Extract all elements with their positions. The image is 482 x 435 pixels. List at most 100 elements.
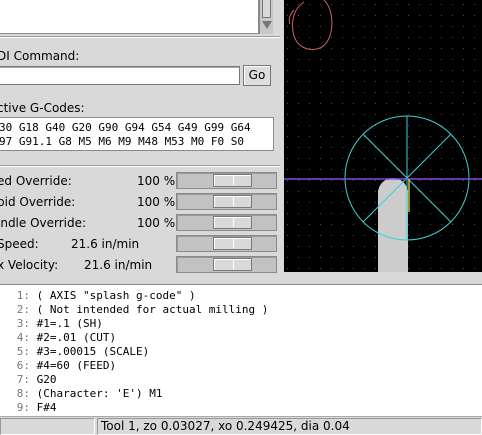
grid-dot — [419, 4, 420, 5]
grid-dot — [408, 224, 409, 225]
code-line[interactable]: 1: ( AXIS "splash g-code" ) — [0, 289, 196, 303]
top-scrollbar[interactable] — [259, 0, 273, 34]
slider-knob[interactable] — [213, 174, 252, 187]
grid-dot — [320, 158, 321, 159]
grid-dot — [375, 103, 376, 104]
code-line[interactable]: 9: F#4 — [0, 401, 57, 415]
grid-dot — [331, 268, 332, 269]
grid-dot — [408, 4, 409, 5]
separator — [0, 36, 280, 38]
grid-dot — [463, 246, 464, 247]
grid-dot — [474, 70, 475, 71]
code-text: ( AXIS "splash g-code" ) — [30, 289, 196, 302]
triangle-down-icon[interactable] — [262, 21, 272, 29]
grid-dot — [419, 92, 420, 93]
feed-override-slider[interactable] — [176, 172, 277, 189]
grid-dot — [309, 125, 310, 126]
rapid-override-slider[interactable] — [176, 193, 277, 210]
grid-dot — [320, 213, 321, 214]
grid-dot — [419, 59, 420, 60]
slider-knob[interactable] — [213, 195, 252, 208]
code-text: #1=.1 (SH) — [30, 317, 103, 330]
spindle-override-slider[interactable] — [176, 214, 277, 231]
grid-dot — [397, 125, 398, 126]
grid-dot — [309, 268, 310, 269]
grid-dot — [452, 48, 453, 49]
code-line[interactable]: 2: ( Not intended for actual milling ) — [0, 303, 269, 317]
grid-dot — [397, 136, 398, 137]
code-line[interactable]: 8: (Character: 'E') M1 — [0, 387, 163, 401]
grid-dot — [287, 235, 288, 236]
grid-dot — [452, 81, 453, 82]
grid-dot — [463, 92, 464, 93]
code-line[interactable]: 4: #2=.01 (CUT) — [0, 331, 116, 345]
grid-dot — [430, 92, 431, 93]
grid-dot — [353, 92, 354, 93]
grid-dot — [298, 48, 299, 49]
grid-dot — [397, 103, 398, 104]
grid-dot — [419, 257, 420, 258]
grid-dot — [386, 136, 387, 137]
grid-dot — [463, 103, 464, 104]
grid-dot — [320, 26, 321, 27]
slider-knob[interactable] — [213, 258, 252, 271]
grid-dot — [320, 235, 321, 236]
status-bar: Tool 1, zo 0.03027, xo 0.249425, dia 0.0… — [0, 416, 482, 435]
grid-dot — [397, 147, 398, 148]
grid-dot — [364, 224, 365, 225]
grid-dot — [309, 81, 310, 82]
feed-override-value: 100 % — [137, 174, 176, 188]
grid-dot — [419, 224, 420, 225]
preview-canvas[interactable] — [284, 0, 482, 272]
grid-dot — [419, 15, 420, 16]
grid-dot — [474, 26, 475, 27]
grid-dot — [331, 147, 332, 148]
grid-dot — [364, 81, 365, 82]
grid-dot — [353, 70, 354, 71]
grid-dot — [331, 114, 332, 115]
grid-dot — [452, 191, 453, 192]
grid-dot — [474, 125, 475, 126]
grid-dot — [331, 4, 332, 5]
grid-dot — [386, 169, 387, 170]
grid-dot — [386, 114, 387, 115]
grid-dot — [353, 246, 354, 247]
grid-dot — [408, 257, 409, 258]
scrollbar-thumb[interactable] — [262, 0, 271, 18]
grid-dot — [309, 70, 310, 71]
grid-dot — [441, 147, 442, 148]
grid-dot — [342, 15, 343, 16]
grid-dot — [353, 48, 354, 49]
line-number: 6: — [16, 359, 30, 372]
feed-override-label: ed Override: — [0, 174, 72, 188]
grid-dot — [474, 81, 475, 82]
toolpath-preview[interactable] — [284, 0, 482, 272]
grid-dot — [452, 59, 453, 60]
grid-dot — [309, 114, 310, 115]
slider-knob[interactable] — [213, 216, 252, 229]
grid-dot — [309, 158, 310, 159]
grid-dot — [353, 26, 354, 27]
jog-speed-slider[interactable] — [176, 235, 277, 252]
gcode-listing[interactable]: 1: ( AXIS "splash g-code" ) 2: ( Not inte… — [0, 284, 482, 416]
code-line[interactable]: 6: #4=60 (FEED) — [0, 359, 116, 373]
grid-dot — [287, 268, 288, 269]
top-listbox[interactable] — [0, 0, 259, 34]
max-velocity-label: x Velocity: — [0, 258, 59, 272]
mdi-command-input[interactable] — [0, 66, 240, 85]
grid-dot — [353, 15, 354, 16]
grid-dot — [298, 37, 299, 38]
code-line[interactable]: 3: #1=.1 (SH) — [0, 317, 103, 331]
code-line[interactable]: 5: #3=.00015 (SCALE) — [0, 345, 149, 359]
slider-knob[interactable] — [213, 237, 252, 250]
grid-dot — [375, 268, 376, 269]
grid-dot — [298, 4, 299, 5]
grid-dot — [386, 48, 387, 49]
grid-dot — [342, 59, 343, 60]
max-velocity-slider[interactable] — [176, 256, 277, 273]
code-line[interactable]: 7: G20 — [0, 373, 57, 387]
grid-dot — [375, 246, 376, 247]
go-button[interactable]: Go — [243, 65, 271, 86]
grid-dot — [353, 268, 354, 269]
grid-dot — [474, 158, 475, 159]
